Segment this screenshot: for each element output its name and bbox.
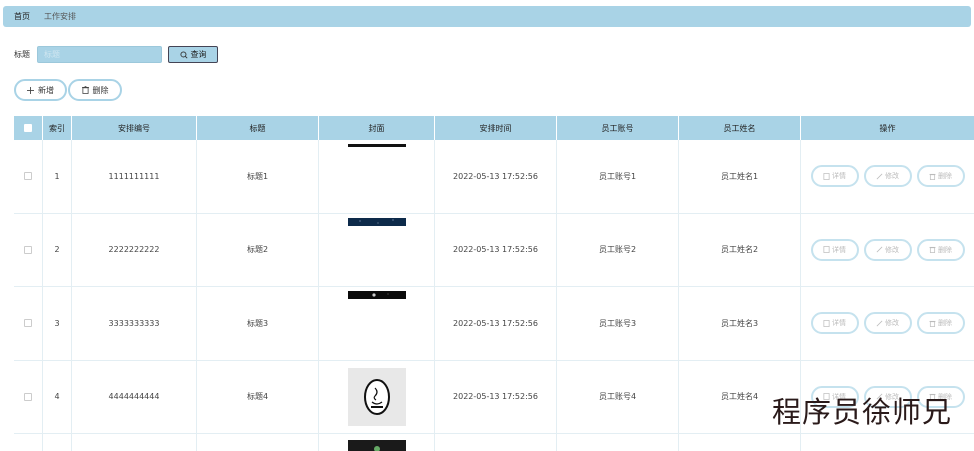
cover-image bbox=[347, 440, 406, 451]
query-button[interactable]: 查询 bbox=[168, 46, 218, 63]
row-delete-button[interactable]: 删除 bbox=[916, 238, 965, 261]
header-account: 员工账号 bbox=[557, 116, 679, 140]
row-code: 4444444444 bbox=[72, 360, 197, 433]
row-checkbox[interactable] bbox=[24, 319, 32, 328]
row-delete-button[interactable]: 删除 bbox=[916, 312, 965, 335]
header-select-all[interactable] bbox=[14, 116, 43, 140]
row-index: 4 bbox=[43, 360, 72, 433]
edit-button[interactable]: 修改 bbox=[863, 312, 912, 335]
search-label: 标题 bbox=[14, 50, 30, 59]
query-label: 查询 bbox=[190, 50, 207, 59]
row-checkbox[interactable] bbox=[24, 392, 32, 401]
header-title: 标题 bbox=[197, 116, 319, 140]
row-checkbox[interactable] bbox=[24, 245, 32, 254]
row-name: 员工姓名2 bbox=[679, 213, 801, 286]
trash-icon bbox=[929, 247, 936, 254]
delete-button[interactable]: 删除 bbox=[68, 79, 122, 101]
row-code: 2222222222 bbox=[72, 213, 197, 286]
pencil-icon bbox=[876, 246, 883, 253]
header-time: 安排时间 bbox=[435, 116, 557, 140]
document-icon bbox=[823, 319, 830, 327]
table-header: 索引 安排编号 标题 封面 安排时间 员工账号 员工姓名 操作 bbox=[14, 116, 974, 140]
row-account: 员工账号4 bbox=[557, 360, 679, 433]
row-account: 员工账号2 bbox=[557, 213, 679, 286]
row-index: 3 bbox=[43, 287, 72, 360]
table-row: 1 1111111111 标题1 2022-05-13 17:52:56 员工账… bbox=[14, 140, 974, 214]
row-delete-button[interactable]: 删除 bbox=[916, 165, 965, 188]
row-title: 标题2 bbox=[197, 213, 319, 286]
add-label: 新增 bbox=[38, 85, 54, 95]
header-index: 索引 bbox=[43, 116, 72, 140]
row-account: 员工账号3 bbox=[557, 287, 679, 360]
search-bar: 标题 查询 bbox=[14, 46, 218, 63]
plus-icon bbox=[27, 86, 34, 94]
detail-button[interactable]: 详情 bbox=[810, 165, 859, 188]
watermark: 程序员徐师兄 bbox=[771, 395, 952, 429]
row-code: 1111111111 bbox=[72, 140, 197, 213]
delete-label: 删除 bbox=[92, 85, 109, 95]
row-code: 3333333333 bbox=[72, 287, 197, 360]
document-icon bbox=[823, 246, 830, 254]
trash-icon bbox=[929, 173, 936, 180]
document-icon bbox=[823, 172, 830, 180]
row-account: 员工账号1 bbox=[557, 140, 679, 213]
header-name: 员工姓名 bbox=[679, 116, 801, 140]
cover-image bbox=[347, 291, 406, 352]
breadcrumb-home[interactable]: 首页 bbox=[14, 11, 30, 22]
row-name: 员工姓名3 bbox=[679, 287, 801, 360]
detail-button[interactable]: 详情 bbox=[810, 312, 859, 335]
row-time: 2022-05-13 17:52:56 bbox=[435, 213, 557, 286]
table-row: 2 2222222222 标题2 2022-05-13 17:52:56 员工账… bbox=[14, 213, 974, 287]
edit-button[interactable]: 修改 bbox=[863, 238, 912, 261]
add-button[interactable]: 新增 bbox=[14, 79, 67, 101]
java-logo-icon bbox=[347, 367, 406, 426]
table-row: 3 3333333333 标题3 2022-05-13 17:52:56 员工账… bbox=[14, 287, 974, 361]
action-bar: 新增 删除 bbox=[14, 79, 122, 101]
search-input[interactable] bbox=[37, 46, 162, 63]
row-time: 2022-05-13 17:52:56 bbox=[435, 140, 557, 213]
header-ops: 操作 bbox=[879, 123, 896, 133]
breadcrumb: 首页 工作安排 bbox=[3, 6, 971, 27]
edit-button[interactable]: 修改 bbox=[863, 165, 912, 188]
detail-button[interactable]: 详情 bbox=[810, 238, 859, 261]
header-cover: 封面 bbox=[319, 116, 435, 140]
row-checkbox[interactable] bbox=[24, 172, 32, 181]
row-title: 标题4 bbox=[197, 360, 319, 433]
row-title: 标题3 bbox=[197, 287, 319, 360]
cover-image bbox=[347, 144, 406, 205]
pencil-icon bbox=[876, 320, 883, 327]
select-all-checkbox[interactable] bbox=[24, 124, 32, 132]
breadcrumb-current: 工作安排 bbox=[44, 12, 76, 21]
header-code: 安排编号 bbox=[72, 116, 197, 140]
row-time: 2022-05-13 17:52:56 bbox=[435, 360, 557, 433]
trash-icon bbox=[929, 320, 936, 327]
search-icon bbox=[179, 50, 188, 59]
row-name: 员工姓名1 bbox=[679, 140, 801, 213]
row-title: 标题1 bbox=[197, 140, 319, 213]
cover-image bbox=[347, 367, 406, 426]
row-index: 1 bbox=[43, 140, 72, 213]
trash-icon bbox=[81, 86, 89, 94]
row-index: 2 bbox=[43, 213, 72, 286]
pencil-icon bbox=[876, 173, 883, 180]
row-time: 2022-05-13 17:52:56 bbox=[435, 287, 557, 360]
table-row bbox=[14, 434, 974, 451]
cover-image bbox=[347, 217, 406, 279]
